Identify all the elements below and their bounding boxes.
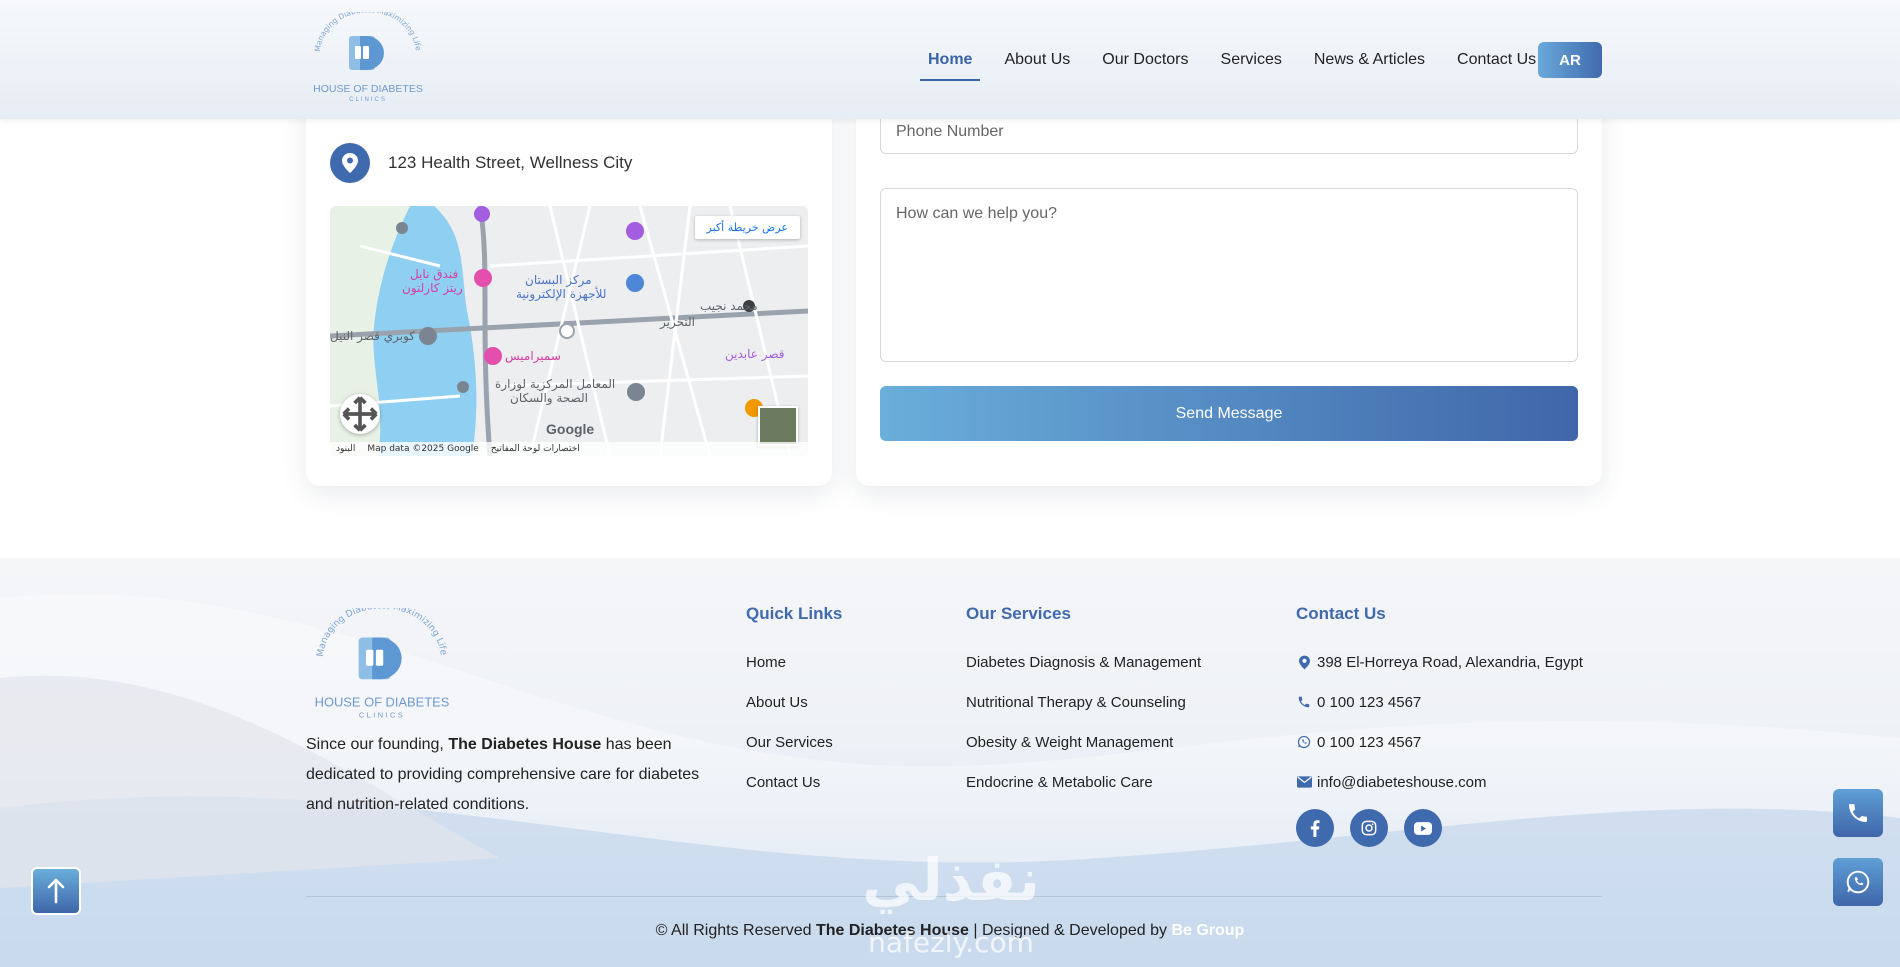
address-text: 123 Health Street, Wellness City bbox=[388, 153, 633, 172]
footer-phone[interactable]: 0 100 123 4567 bbox=[1296, 682, 1583, 722]
copyright-mid: | Designed & Developed by bbox=[973, 922, 1167, 939]
nav-contact-us[interactable]: Contact Us bbox=[1449, 43, 1544, 77]
about-brand: The Diabetes House bbox=[448, 736, 602, 753]
service-link-obesity[interactable]: Obesity & Weight Management bbox=[966, 722, 1201, 762]
footer-address: 398 El-Horreya Road, Alexandria, Egypt bbox=[1296, 642, 1583, 682]
map-data-credit: Map data ©2025 Google bbox=[367, 444, 479, 454]
embedded-map[interactable]: فندق نايل ريتز كارلتون مركز البستان للأج… bbox=[330, 206, 808, 456]
youtube-link[interactable] bbox=[1404, 809, 1442, 847]
footer-link-home[interactable]: Home bbox=[746, 642, 842, 682]
nav-about-us[interactable]: About Us bbox=[996, 43, 1078, 77]
floating-call-button[interactable] bbox=[1833, 789, 1883, 837]
svg-text:HOUSE OF DIABETES: HOUSE OF DIABETES bbox=[315, 694, 450, 709]
map-shortcuts-link[interactable]: اختصارات لوحة المفاتيح bbox=[491, 444, 580, 454]
message-textarea[interactable]: How can we help you? bbox=[880, 188, 1578, 362]
service-link-diagnosis[interactable]: Diabetes Diagnosis & Management bbox=[966, 642, 1201, 682]
svg-text:مركز البستان: مركز البستان bbox=[525, 273, 592, 288]
services-title: Our Services bbox=[966, 604, 1071, 623]
contact-info-card: 123 Health Street, Wellness City فندق نا… bbox=[306, 60, 832, 486]
phone-icon bbox=[1849, 804, 1867, 822]
scroll-to-top-button[interactable] bbox=[31, 867, 81, 915]
svg-text:CLINICS: CLINICS bbox=[349, 97, 387, 103]
footer-services: Our Services Diabetes Diagnosis & Manage… bbox=[966, 604, 1201, 802]
svg-text:محمد نجيب: محمد نجيب bbox=[700, 299, 758, 313]
social-links bbox=[1296, 809, 1442, 847]
expand-arrows-icon bbox=[342, 396, 378, 432]
map-terms-link[interactable]: البنود bbox=[336, 444, 355, 454]
send-message-button[interactable]: Send Message bbox=[880, 386, 1578, 441]
copyright-brand: The Diabetes House bbox=[815, 922, 969, 939]
footer-link-our-services[interactable]: Our Services bbox=[746, 722, 842, 762]
svg-text:للأجهزة الإلكترونية: للأجهزة الإلكترونية bbox=[516, 286, 606, 302]
svg-text:سميراميس: سميراميس bbox=[505, 349, 561, 364]
contact-title: Contact Us bbox=[1296, 604, 1386, 623]
map-canvas[interactable]: فندق نايل ريتز كارلتون مركز البستان للأج… bbox=[330, 206, 808, 456]
site-footer: Managing Diabetes, Maximizing Life HOUSE… bbox=[0, 558, 1900, 967]
google-logo: Google bbox=[546, 421, 595, 437]
footer-divider bbox=[306, 896, 1602, 897]
main-nav: Home About Us Our Doctors Services News … bbox=[920, 42, 1560, 81]
footer-link-about-us[interactable]: About Us bbox=[746, 682, 842, 722]
footer-logo[interactable]: Managing Diabetes, Maximizing Life HOUSE… bbox=[308, 600, 456, 726]
svg-text:HOUSE OF DIABETES: HOUSE OF DIABETES bbox=[313, 83, 423, 95]
nav-home[interactable]: Home bbox=[920, 43, 981, 81]
developer-link[interactable]: Be Group bbox=[1171, 922, 1244, 939]
address-row: 123 Health Street, Wellness City bbox=[330, 143, 632, 183]
about-prefix: Since our founding, bbox=[306, 736, 444, 753]
footer-address-text: 398 El-Horreya Road, Alexandria, Egypt bbox=[1317, 653, 1583, 671]
location-pin-icon bbox=[1296, 655, 1312, 670]
location-pin-icon bbox=[330, 143, 370, 183]
envelope-icon bbox=[1296, 776, 1312, 788]
nav-our-doctors[interactable]: Our Doctors bbox=[1094, 43, 1196, 77]
logo-graphic: Managing Diabetes, Maximizing Life HOUSE… bbox=[313, 5, 423, 103]
svg-text:قصر عابدين: قصر عابدين bbox=[725, 347, 785, 362]
header-logo[interactable]: Managing Diabetes, Maximizing Life HOUSE… bbox=[308, 5, 428, 108]
svg-text:فندق نايل: فندق نايل bbox=[410, 267, 458, 281]
footer-whatsapp-text: 0 100 123 4567 bbox=[1317, 733, 1422, 751]
nav-services[interactable]: Services bbox=[1213, 43, 1290, 77]
whatsapp-icon bbox=[1846, 870, 1870, 894]
footer-email[interactable]: info@diabeteshouse.com bbox=[1296, 762, 1583, 802]
footer-email-text: info@diabeteshouse.com bbox=[1317, 773, 1487, 791]
footer-phone-text: 0 100 123 4567 bbox=[1317, 693, 1422, 711]
floating-whatsapp-button[interactable] bbox=[1833, 858, 1883, 906]
footer-link-contact-us[interactable]: Contact Us bbox=[746, 762, 842, 802]
svg-text:كوبري قصر النيل: كوبري قصر النيل bbox=[330, 329, 415, 344]
instagram-icon bbox=[1361, 820, 1377, 836]
svg-text:التحرير: التحرير bbox=[659, 315, 695, 330]
site-header: Managing Diabetes, Maximizing Life HOUSE… bbox=[0, 0, 1900, 119]
svg-text:المعامل المركزية لوزارة: المعامل المركزية لوزارة bbox=[495, 377, 615, 392]
svg-text:CLINICS: CLINICS bbox=[359, 710, 405, 719]
whatsapp-icon bbox=[1296, 735, 1312, 749]
footer-quick-links: Quick Links Home About Us Our Services C… bbox=[746, 604, 842, 802]
footer-whatsapp[interactable]: 0 100 123 4567 bbox=[1296, 722, 1583, 762]
footer-about-text: Since our founding, The Diabetes House h… bbox=[306, 730, 706, 820]
quick-links-title: Quick Links bbox=[746, 604, 843, 623]
copyright-prefix: © All Rights Reserved bbox=[655, 922, 812, 939]
map-fullscreen-button[interactable] bbox=[340, 394, 380, 434]
youtube-icon bbox=[1414, 821, 1432, 835]
svg-text:ريتز كارلتون: ريتز كارلتون bbox=[402, 281, 463, 296]
arrow-up-icon bbox=[47, 878, 65, 904]
map-attribution: البنود Map data ©2025 Google اختصارات لو… bbox=[330, 442, 808, 456]
svg-text:الصحة والسكان: الصحة والسكان bbox=[510, 391, 588, 406]
view-larger-map-link[interactable]: عرض خريطة أكبر bbox=[694, 216, 800, 239]
copyright-bar: © All Rights Reserved The Diabetes House… bbox=[0, 922, 1900, 940]
service-link-endocrine[interactable]: Endocrine & Metabolic Care bbox=[966, 762, 1201, 802]
service-link-nutrition[interactable]: Nutritional Therapy & Counseling bbox=[966, 682, 1201, 722]
map-satellite-toggle[interactable] bbox=[758, 406, 798, 446]
language-toggle-button[interactable]: AR bbox=[1538, 42, 1602, 78]
nav-news-articles[interactable]: News & Articles bbox=[1306, 43, 1433, 77]
footer-wave-background bbox=[0, 594, 1900, 967]
footer-logo-graphic: Managing Diabetes, Maximizing Life HOUSE… bbox=[315, 600, 450, 719]
footer-contact: Contact Us 398 El-Horreya Road, Alexandr… bbox=[1296, 604, 1583, 802]
phone-icon bbox=[1296, 695, 1312, 709]
facebook-icon bbox=[1310, 819, 1320, 837]
instagram-link[interactable] bbox=[1350, 809, 1388, 847]
contact-form-card: Phone Number How can we help you? Send M… bbox=[856, 60, 1602, 486]
facebook-link[interactable] bbox=[1296, 809, 1334, 847]
